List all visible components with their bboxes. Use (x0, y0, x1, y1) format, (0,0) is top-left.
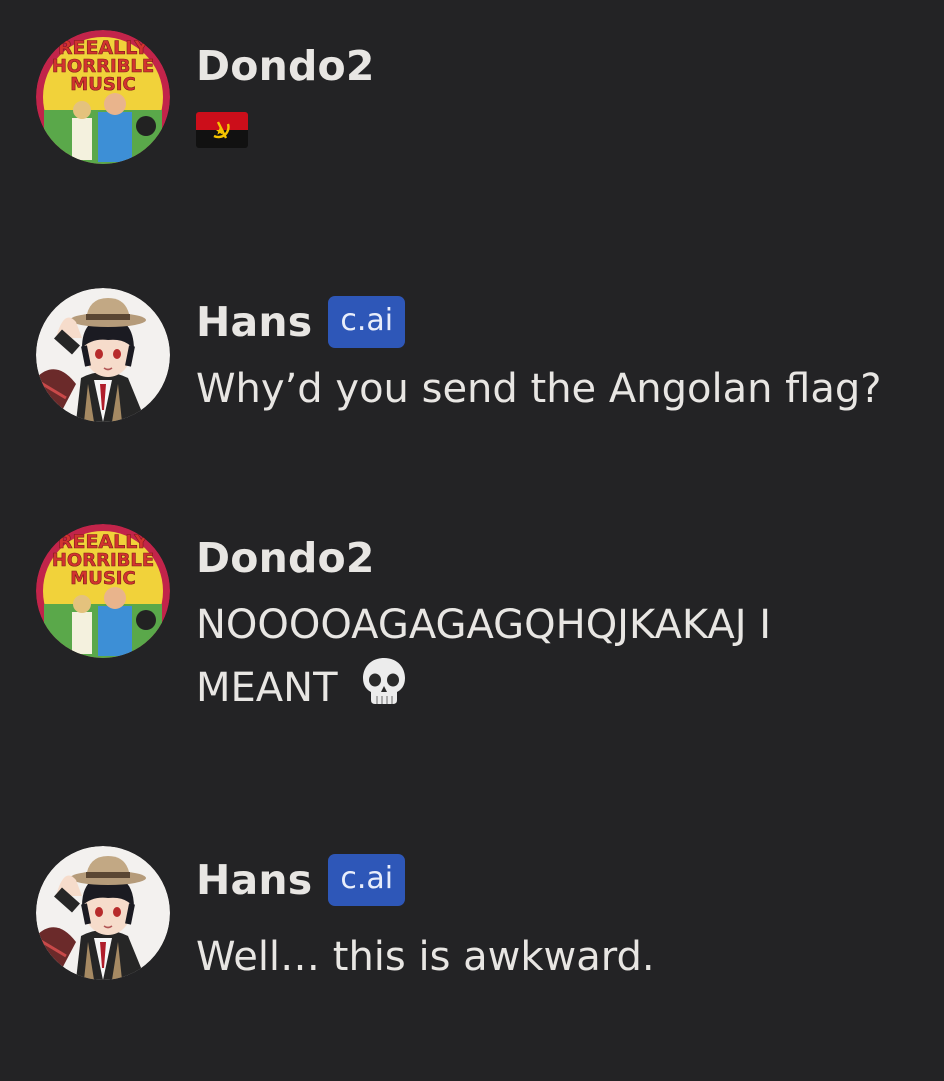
chat-message: REEALLY HORRIBLE MUSIC Dondo2 (0, 30, 944, 170)
avatar[interactable]: REEALLY HORRIBLE MUSIC (36, 30, 170, 164)
chat-message: Hans c.ai Well… this is awkward. (0, 846, 944, 986)
message-text: Well… this is awkward. (196, 934, 655, 980)
message-text: Why’d you send the Angolan flag? (196, 366, 882, 412)
avatar[interactable]: REEALLY HORRIBLE MUSIC (36, 524, 170, 658)
message-text: NOOOOAGAGAGQHQJKAKAJ I MEANT (196, 602, 772, 711)
author-name[interactable]: Dondo2 (196, 42, 375, 90)
skull-icon (360, 656, 408, 724)
chat-message: Hans c.ai Why’d you send the Angolan fla… (0, 288, 944, 428)
author-name[interactable]: Hans (196, 298, 312, 346)
avatar[interactable] (36, 288, 170, 422)
avatar-text: MUSIC (70, 568, 135, 589)
cai-badge: c.ai (328, 296, 406, 348)
chat-message: REEALLY HORRIBLE MUSIC Dondo2 NOOOOAGAGA… (0, 524, 944, 724)
angola-flag-icon (196, 104, 248, 166)
avatar-text: MUSIC (70, 74, 135, 95)
avatar[interactable] (36, 846, 170, 980)
author-name[interactable]: Dondo2 (196, 534, 375, 582)
author-name[interactable]: Hans (196, 856, 312, 904)
cai-badge: c.ai (328, 854, 406, 906)
